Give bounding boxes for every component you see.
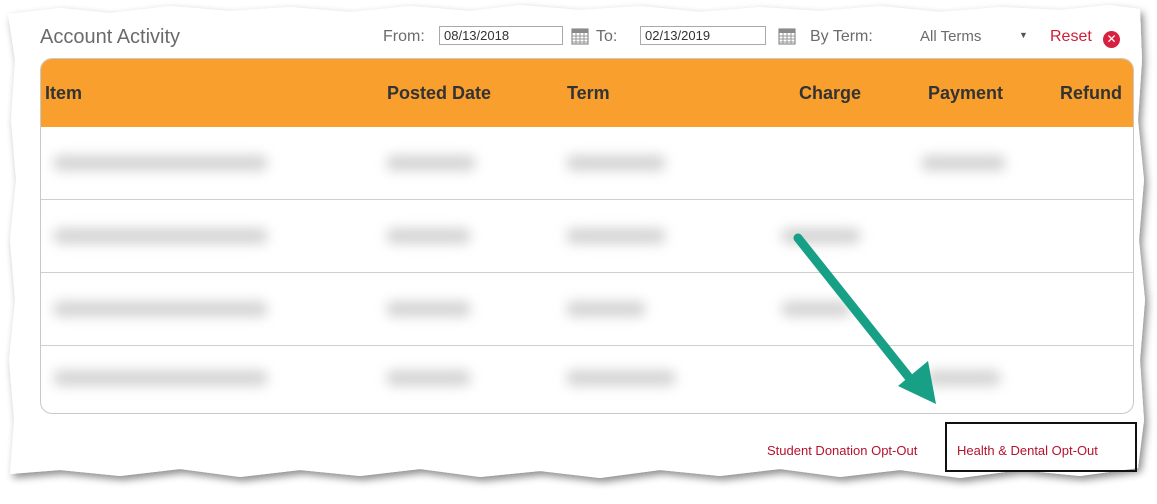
account-activity-panel: Account Activity From: 08/13/2018 To: 02… [0, 0, 1157, 504]
health-dental-opt-out-link[interactable]: Health & Dental Opt-Out [957, 443, 1098, 458]
student-donation-opt-out-link[interactable]: Student Donation Opt-Out [767, 443, 917, 458]
